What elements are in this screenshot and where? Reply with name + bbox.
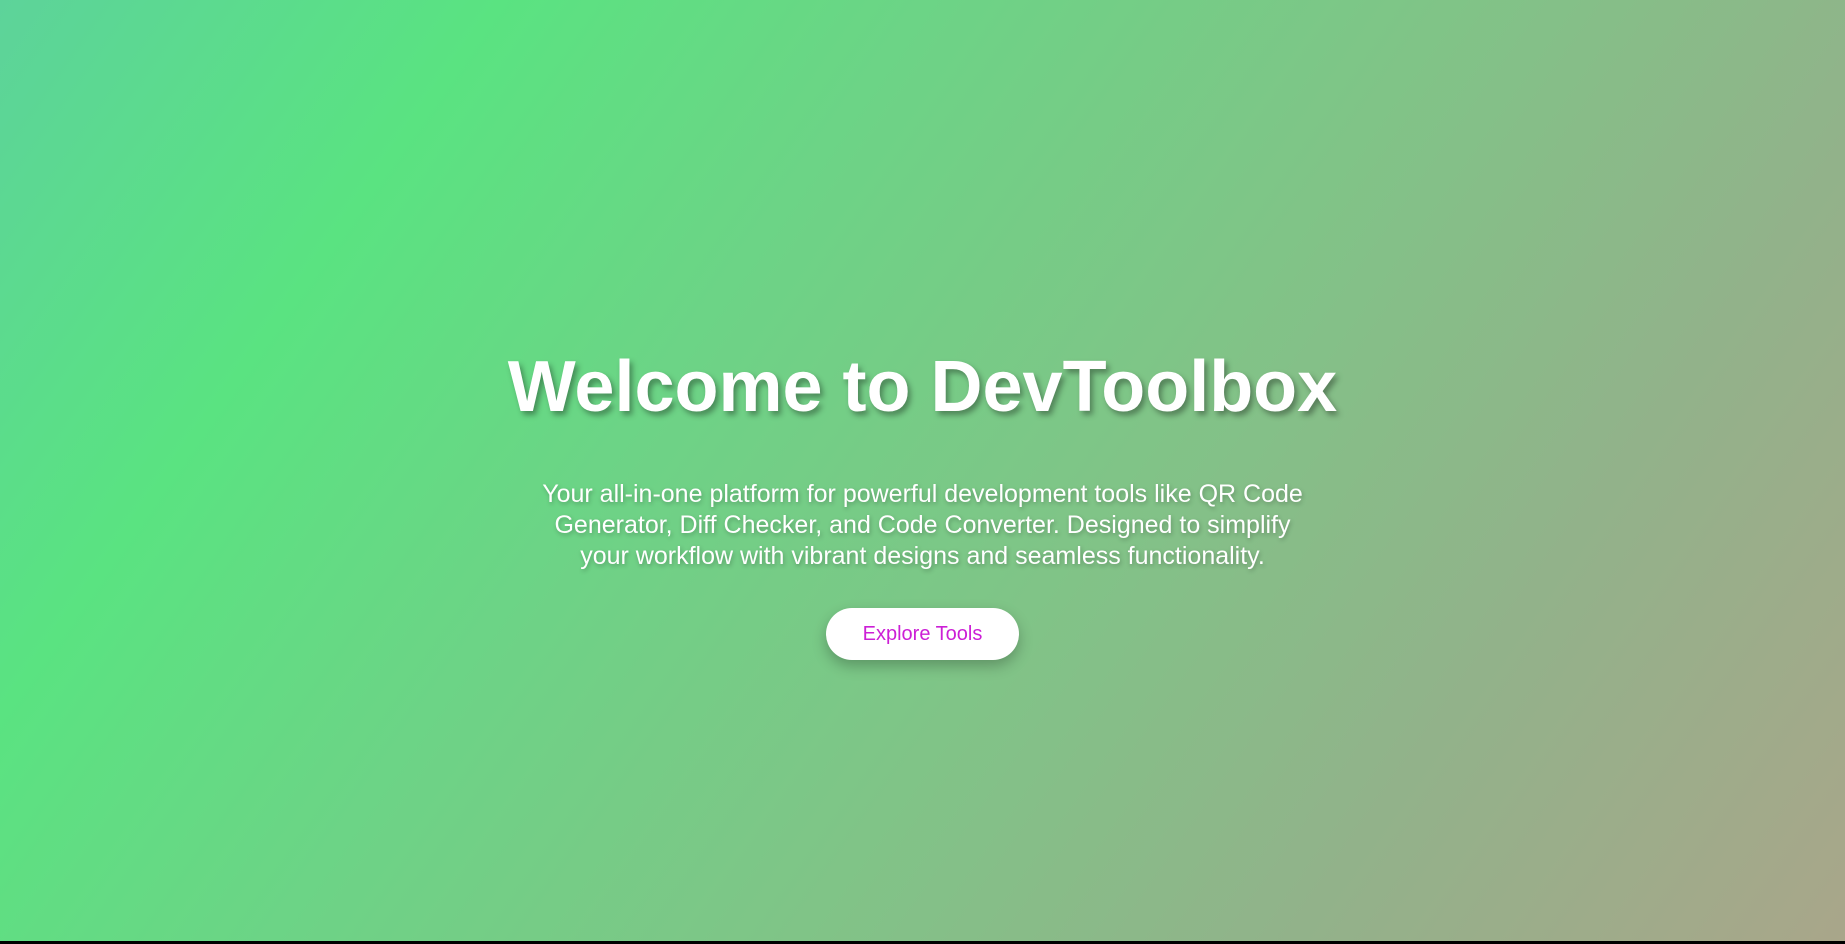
hero-section: Welcome to DevToolbox Your all-in-one pl…	[0, 0, 1845, 941]
hero-subtitle: Your all-in-one platform for powerful de…	[542, 480, 1303, 570]
hero-content: Welcome to DevToolbox Your all-in-one pl…	[0, 345, 1845, 660]
hero-title: Welcome to DevToolbox	[507, 347, 1338, 427]
explore-tools-button[interactable]: Explore Tools	[826, 608, 1019, 660]
